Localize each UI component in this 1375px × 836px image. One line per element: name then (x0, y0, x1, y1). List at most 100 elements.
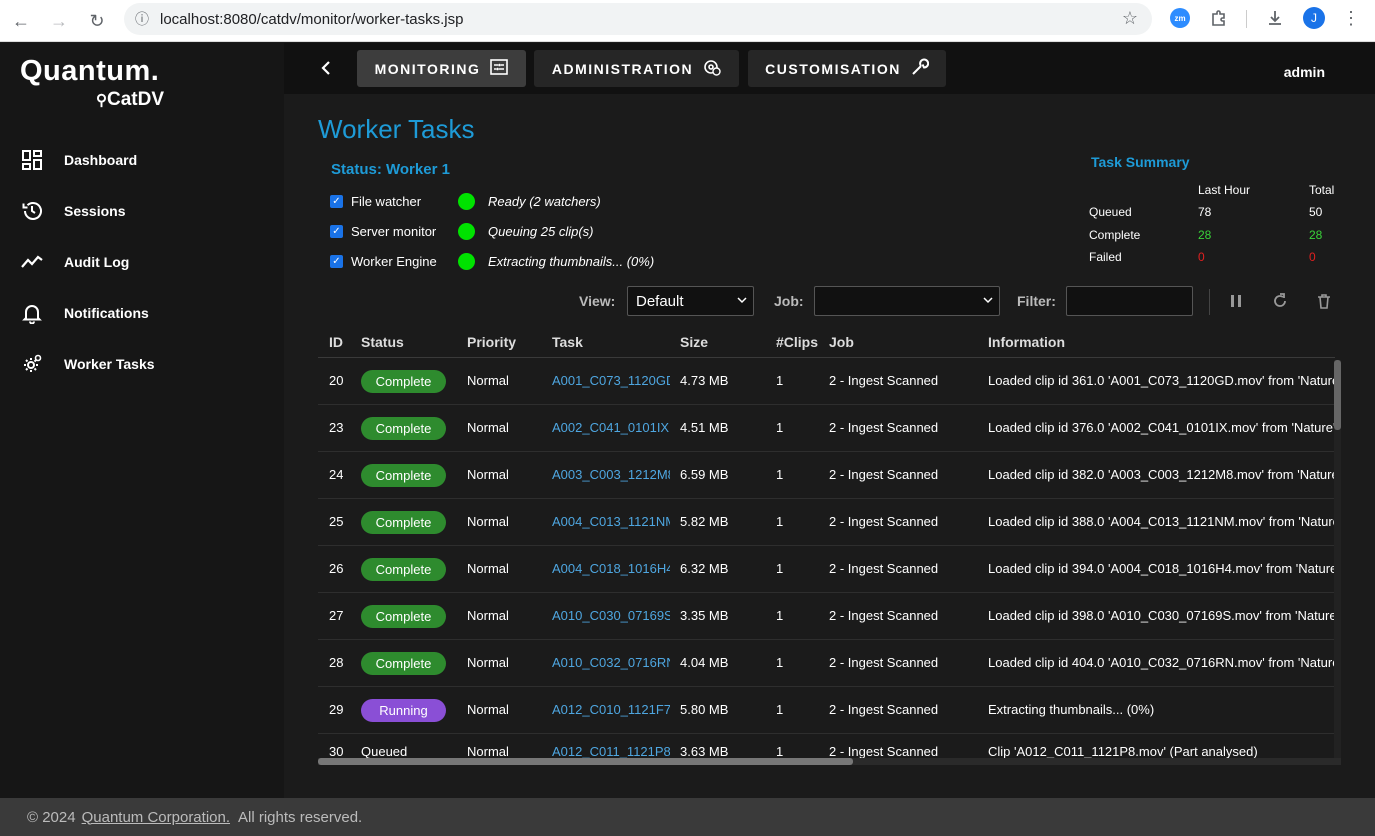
cell-task-link[interactable]: A001_C073_1120GD.mov (552, 373, 670, 388)
table-row[interactable]: 27 Complete Normal A010_C030_07169S.mov … (318, 593, 1335, 640)
column-header-priority[interactable]: Priority (467, 334, 516, 350)
zoom-extension-icon[interactable]: zm (1170, 8, 1190, 28)
back-arrow-icon[interactable]: ← (2, 3, 40, 39)
task-table-body: 20 Complete Normal A001_C073_1120GD.mov … (318, 358, 1335, 758)
service-state: Queuing 25 clip(s) (488, 223, 594, 239)
cell-job: 2 - Ingest Scanned (829, 744, 939, 758)
table-row[interactable]: 24 Complete Normal A003_C003_1212M8.mov … (318, 452, 1335, 499)
collapse-sidebar-chevron-icon[interactable] (316, 58, 336, 78)
status-badge: Complete (361, 417, 446, 440)
sidebar: Quantum. ⚲CatDV Dashboard Sessions Audit… (0, 43, 284, 798)
filter-input[interactable] (1066, 286, 1193, 316)
trash-icon[interactable] (1315, 292, 1333, 310)
sidebar-item-audit-log[interactable]: Audit Log (0, 242, 284, 282)
chevron-down-icon (737, 297, 747, 304)
logo[interactable]: Quantum. ⚲CatDV (20, 55, 164, 110)
cell-task-link[interactable]: A012_C010_1121F7.mov (552, 702, 670, 717)
column-header-task[interactable]: Task (552, 334, 583, 350)
dashboard-icon (0, 149, 64, 171)
cell-information: Loaded clip id 382.0 'A003_C003_1212M8.m… (988, 467, 1335, 482)
summary-complete-last-hour: 28 (1198, 228, 1212, 242)
trend-icon (0, 251, 64, 273)
cell-id: 29 (329, 702, 344, 717)
filter-label: Filter: (1017, 293, 1056, 309)
service-name: Worker Engine (351, 253, 437, 269)
bookmark-star-icon[interactable]: ☆ (1122, 8, 1138, 29)
worker-engine-checkbox[interactable]: ✓ (330, 254, 343, 268)
tab-customisation[interactable]: CUSTOMISATION (748, 50, 946, 87)
user-menu[interactable]: admin (1284, 64, 1325, 80)
cell-clips: 1 (776, 467, 784, 482)
cell-clips: 1 (776, 514, 784, 529)
cell-size: 5.82 MB (680, 514, 729, 529)
column-header-clips[interactable]: #Clips (776, 334, 818, 350)
table-row[interactable]: 28 Complete Normal A010_C032_0716RN.mov … (318, 640, 1335, 687)
reload-icon[interactable]: ↻ (78, 3, 116, 39)
table-row[interactable]: 25 Complete Normal A004_C013_1121NM.mov … (318, 499, 1335, 546)
extensions-puzzle-icon[interactable] (1208, 7, 1230, 29)
cell-priority: Normal (467, 702, 509, 717)
cell-task-link[interactable]: A010_C030_07169S.mov (552, 608, 670, 623)
site-info-icon[interactable]: ⓘ (124, 9, 160, 29)
cell-id: 26 (329, 561, 344, 576)
cell-size: 6.59 MB (680, 467, 729, 482)
cell-priority: Normal (467, 608, 509, 623)
chevron-down-icon (983, 297, 993, 304)
summary-failed-total: 0 (1309, 250, 1316, 264)
refresh-icon[interactable] (1271, 292, 1289, 310)
job-select[interactable] (814, 286, 1000, 316)
vertical-scroll-thumb[interactable] (1334, 360, 1341, 430)
browser-menu-icon[interactable]: ⋮ (1342, 7, 1360, 29)
cell-task-link[interactable]: A004_C013_1121NM.mov (552, 514, 670, 529)
sidebar-item-dashboard[interactable]: Dashboard (0, 140, 284, 180)
column-header-id[interactable]: ID (329, 334, 343, 350)
status-badge: Complete (361, 558, 446, 581)
tab-monitoring[interactable]: MONITORING (357, 50, 526, 87)
cell-information: Extracting thumbnails... (0%) (988, 702, 1155, 717)
cell-task-link[interactable]: A010_C032_0716RN.mov (552, 655, 670, 670)
horizontal-scrollbar[interactable] (318, 758, 1341, 765)
cell-task-link[interactable]: A003_C003_1212M8.mov (552, 467, 670, 482)
column-header-size[interactable]: Size (680, 334, 708, 350)
cell-task-link[interactable]: A012_C011_1121P8.mov (552, 744, 670, 758)
sidebar-item-notifications[interactable]: Notifications (0, 293, 284, 333)
summary-row-label: Complete (1089, 228, 1141, 242)
table-row[interactable]: 26 Complete Normal A004_C018_1016H4.mov … (318, 546, 1335, 593)
view-select[interactable]: Default (627, 286, 754, 316)
summary-failed-last-hour: 0 (1198, 250, 1205, 264)
cell-priority: Normal (467, 467, 509, 482)
tab-administration[interactable]: ADMINISTRATION (534, 50, 739, 87)
cell-task-link[interactable]: A002_C041_0101IX.mov (552, 420, 670, 435)
cell-information: Loaded clip id 376.0 'A002_C041_0101IX.m… (988, 420, 1335, 435)
table-row[interactable]: 20 Complete Normal A001_C073_1120GD.mov … (318, 358, 1335, 405)
sidebar-item-worker-tasks[interactable]: Worker Tasks (0, 344, 284, 384)
address-bar[interactable]: ⓘ localhost:8080/catdv/monitor/worker-ta… (124, 3, 1152, 35)
cell-task-link[interactable]: A004_C018_1016H4.mov (552, 561, 670, 576)
cell-id: 28 (329, 655, 344, 670)
server-monitor-checkbox[interactable]: ✓ (330, 224, 343, 238)
service-state: Extracting thumbnails... (0%) (488, 253, 655, 269)
footer-corp-link[interactable]: Quantum Corporation. (82, 809, 230, 826)
sidebar-item-sessions[interactable]: Sessions (0, 191, 284, 231)
profile-avatar[interactable]: J (1303, 7, 1325, 29)
cell-clips: 1 (776, 373, 784, 388)
table-row[interactable]: 29 Running Normal A012_C010_1121F7.mov 5… (318, 687, 1335, 734)
cell-job: 2 - Ingest Scanned (829, 420, 939, 435)
forward-arrow-icon[interactable]: → (40, 3, 78, 39)
column-header-job[interactable]: Job (829, 334, 854, 350)
service-row-worker-engine: ✓ Worker Engine Extracting thumbnails...… (330, 250, 654, 272)
tab-label: ADMINISTRATION (551, 60, 694, 77)
column-header-information[interactable]: Information (988, 334, 1065, 350)
file-watcher-checkbox[interactable]: ✓ (330, 194, 343, 208)
vertical-scrollbar[interactable] (1334, 360, 1341, 758)
url-text[interactable]: localhost:8080/catdv/monitor/worker-task… (160, 11, 463, 28)
table-row[interactable]: 23 Complete Normal A002_C041_0101IX.mov … (318, 405, 1335, 452)
cell-id: 23 (329, 420, 344, 435)
table-row[interactable]: 30 Queued Normal A012_C011_1121P8.mov 3.… (318, 734, 1335, 758)
horizontal-scroll-thumb[interactable] (318, 758, 853, 765)
pause-icon[interactable] (1227, 292, 1245, 310)
wrench-icon (911, 58, 929, 79)
cell-id: 27 (329, 608, 344, 623)
column-header-status[interactable]: Status (361, 334, 404, 350)
download-icon[interactable] (1264, 7, 1286, 29)
